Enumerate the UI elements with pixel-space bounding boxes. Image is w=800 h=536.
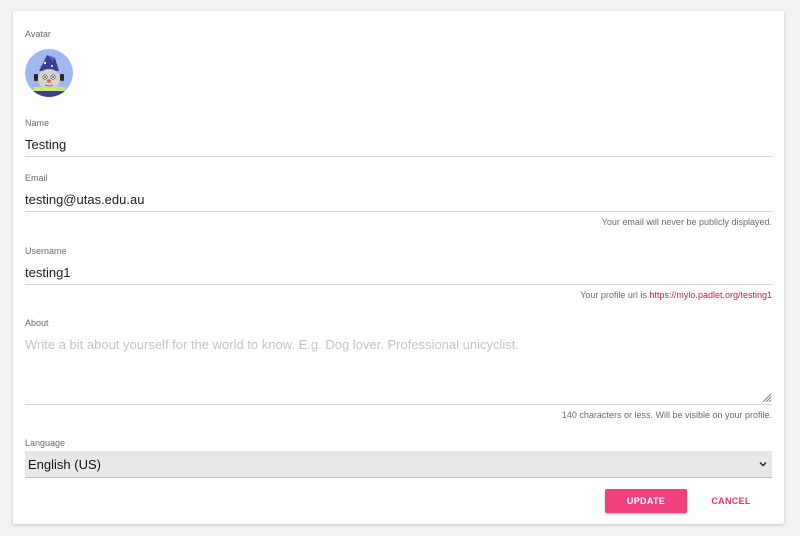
profile-url-link[interactable]: https://mylo.padlet.org/testing1 bbox=[649, 290, 772, 300]
email-underline bbox=[25, 211, 772, 212]
chevron-down-icon bbox=[759, 462, 767, 467]
language-select[interactable]: English (US) bbox=[25, 451, 772, 478]
update-button[interactable]: UPDATE bbox=[605, 489, 687, 513]
about-hint: 140 characters or less. Will be visible … bbox=[561, 410, 772, 420]
language-label: Language bbox=[25, 438, 66, 448]
username-input[interactable]: testing1 bbox=[25, 265, 71, 280]
profile-settings-card: Avatar Name Testing Email testing@utas.e… bbox=[13, 11, 784, 524]
resize-handle-icon[interactable] bbox=[761, 392, 771, 402]
avatar-label: Avatar bbox=[25, 29, 51, 39]
username-underline bbox=[25, 284, 772, 285]
name-input[interactable]: Testing bbox=[25, 137, 66, 152]
email-label: Email bbox=[25, 173, 48, 183]
about-textarea[interactable] bbox=[25, 337, 772, 403]
email-hint: Your email will never be publicly displa… bbox=[601, 217, 772, 227]
name-label: Name bbox=[25, 118, 50, 128]
username-label: Username bbox=[25, 246, 67, 256]
about-label: About bbox=[25, 318, 49, 328]
about-underline bbox=[25, 404, 772, 405]
username-hint: Your profile url is https://mylo.padlet.… bbox=[580, 290, 772, 300]
cancel-button[interactable]: CANCEL bbox=[701, 489, 761, 513]
email-input[interactable]: testing@utas.edu.au bbox=[25, 192, 144, 207]
language-selected-value: English (US) bbox=[28, 457, 101, 472]
name-underline bbox=[25, 156, 772, 157]
profile-url-prefix: Your profile url is bbox=[580, 290, 650, 300]
wizard-avatar-icon bbox=[25, 49, 73, 97]
avatar[interactable] bbox=[25, 49, 73, 97]
